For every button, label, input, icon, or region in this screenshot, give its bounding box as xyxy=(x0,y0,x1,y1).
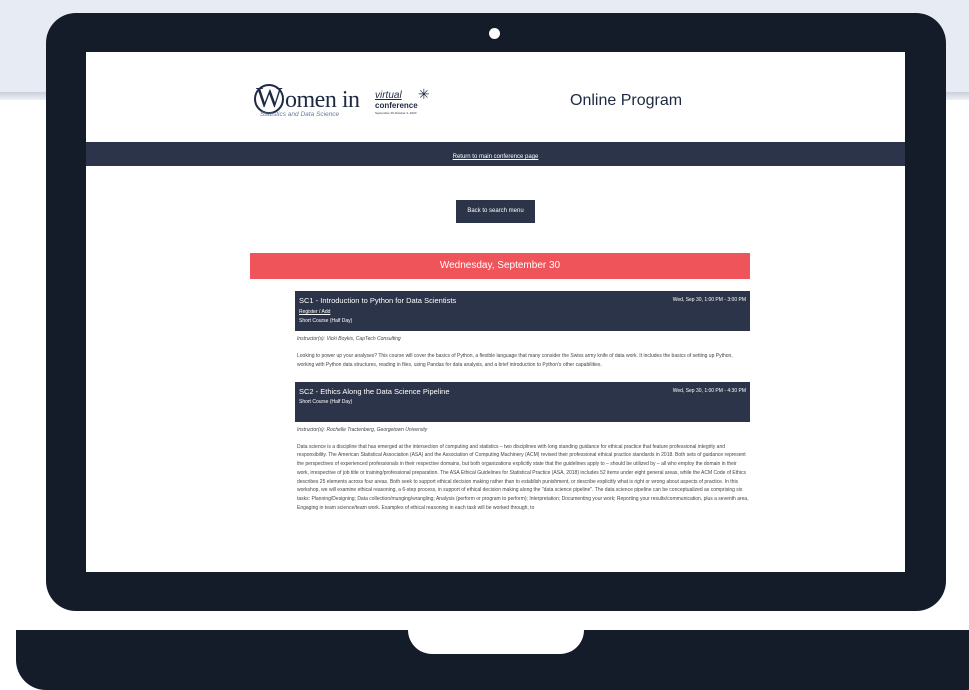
logo-subtitle: Statistics and Data Science xyxy=(260,111,340,118)
day-banner: Wednesday, September 30 xyxy=(250,253,750,279)
webcam-icon xyxy=(489,28,500,39)
session-instructor: Instructor(s): Vicki Boykis, CapTech Con… xyxy=(297,336,401,342)
back-button-container: Back to search menu xyxy=(86,166,905,223)
cursor-star-icon: ✳ xyxy=(418,86,430,102)
logo-virtual: virtual xyxy=(375,90,402,101)
nav-bar: Return to main conference page xyxy=(86,142,905,166)
laptop-screen: Women in Statistics and Data Science vir… xyxy=(86,52,905,572)
session-time: Wed, Sep 30, 1:00 PM - 3:00 PM xyxy=(672,297,746,303)
session-time: Wed, Sep 30, 1:00 PM - 4:30 PM xyxy=(672,387,746,394)
main-conference-link[interactable]: Return to main conference page xyxy=(453,154,539,160)
logo-title: Women in xyxy=(254,84,360,114)
session-description: Data science is a discipline that has em… xyxy=(297,443,749,511)
logo-conference: conference xyxy=(375,101,418,110)
session-description: Looking to power up your analyses? This … xyxy=(297,353,733,368)
laptop-notch xyxy=(408,630,584,654)
back-to-search-button[interactable]: Back to search menu xyxy=(456,200,535,223)
session-card: SC1 - Introduction to Python for Data Sc… xyxy=(295,291,750,370)
session-instructor: Instructor(s): Rochelle Tractenberg, Geo… xyxy=(297,426,428,433)
session-header: SC1 - Introduction to Python for Data Sc… xyxy=(295,291,750,331)
logo-dates: September 29-October 2, 2020 xyxy=(375,111,417,115)
conference-logo[interactable]: Women in Statistics and Data Science vir… xyxy=(254,84,444,126)
session-type: Short Course (Half Day) xyxy=(299,318,353,324)
site-header: Women in Statistics and Data Science vir… xyxy=(86,52,905,142)
session-type: Short Course (Half Day) xyxy=(299,398,353,405)
session-header: SC2 - Ethics Along the Data Science Pipe… xyxy=(295,381,750,422)
register-add-link[interactable]: Register / Add xyxy=(299,309,746,315)
page-title: Online Program xyxy=(570,92,683,109)
session-card: SC2 - Ethics Along the Data Science Pipe… xyxy=(295,381,750,513)
